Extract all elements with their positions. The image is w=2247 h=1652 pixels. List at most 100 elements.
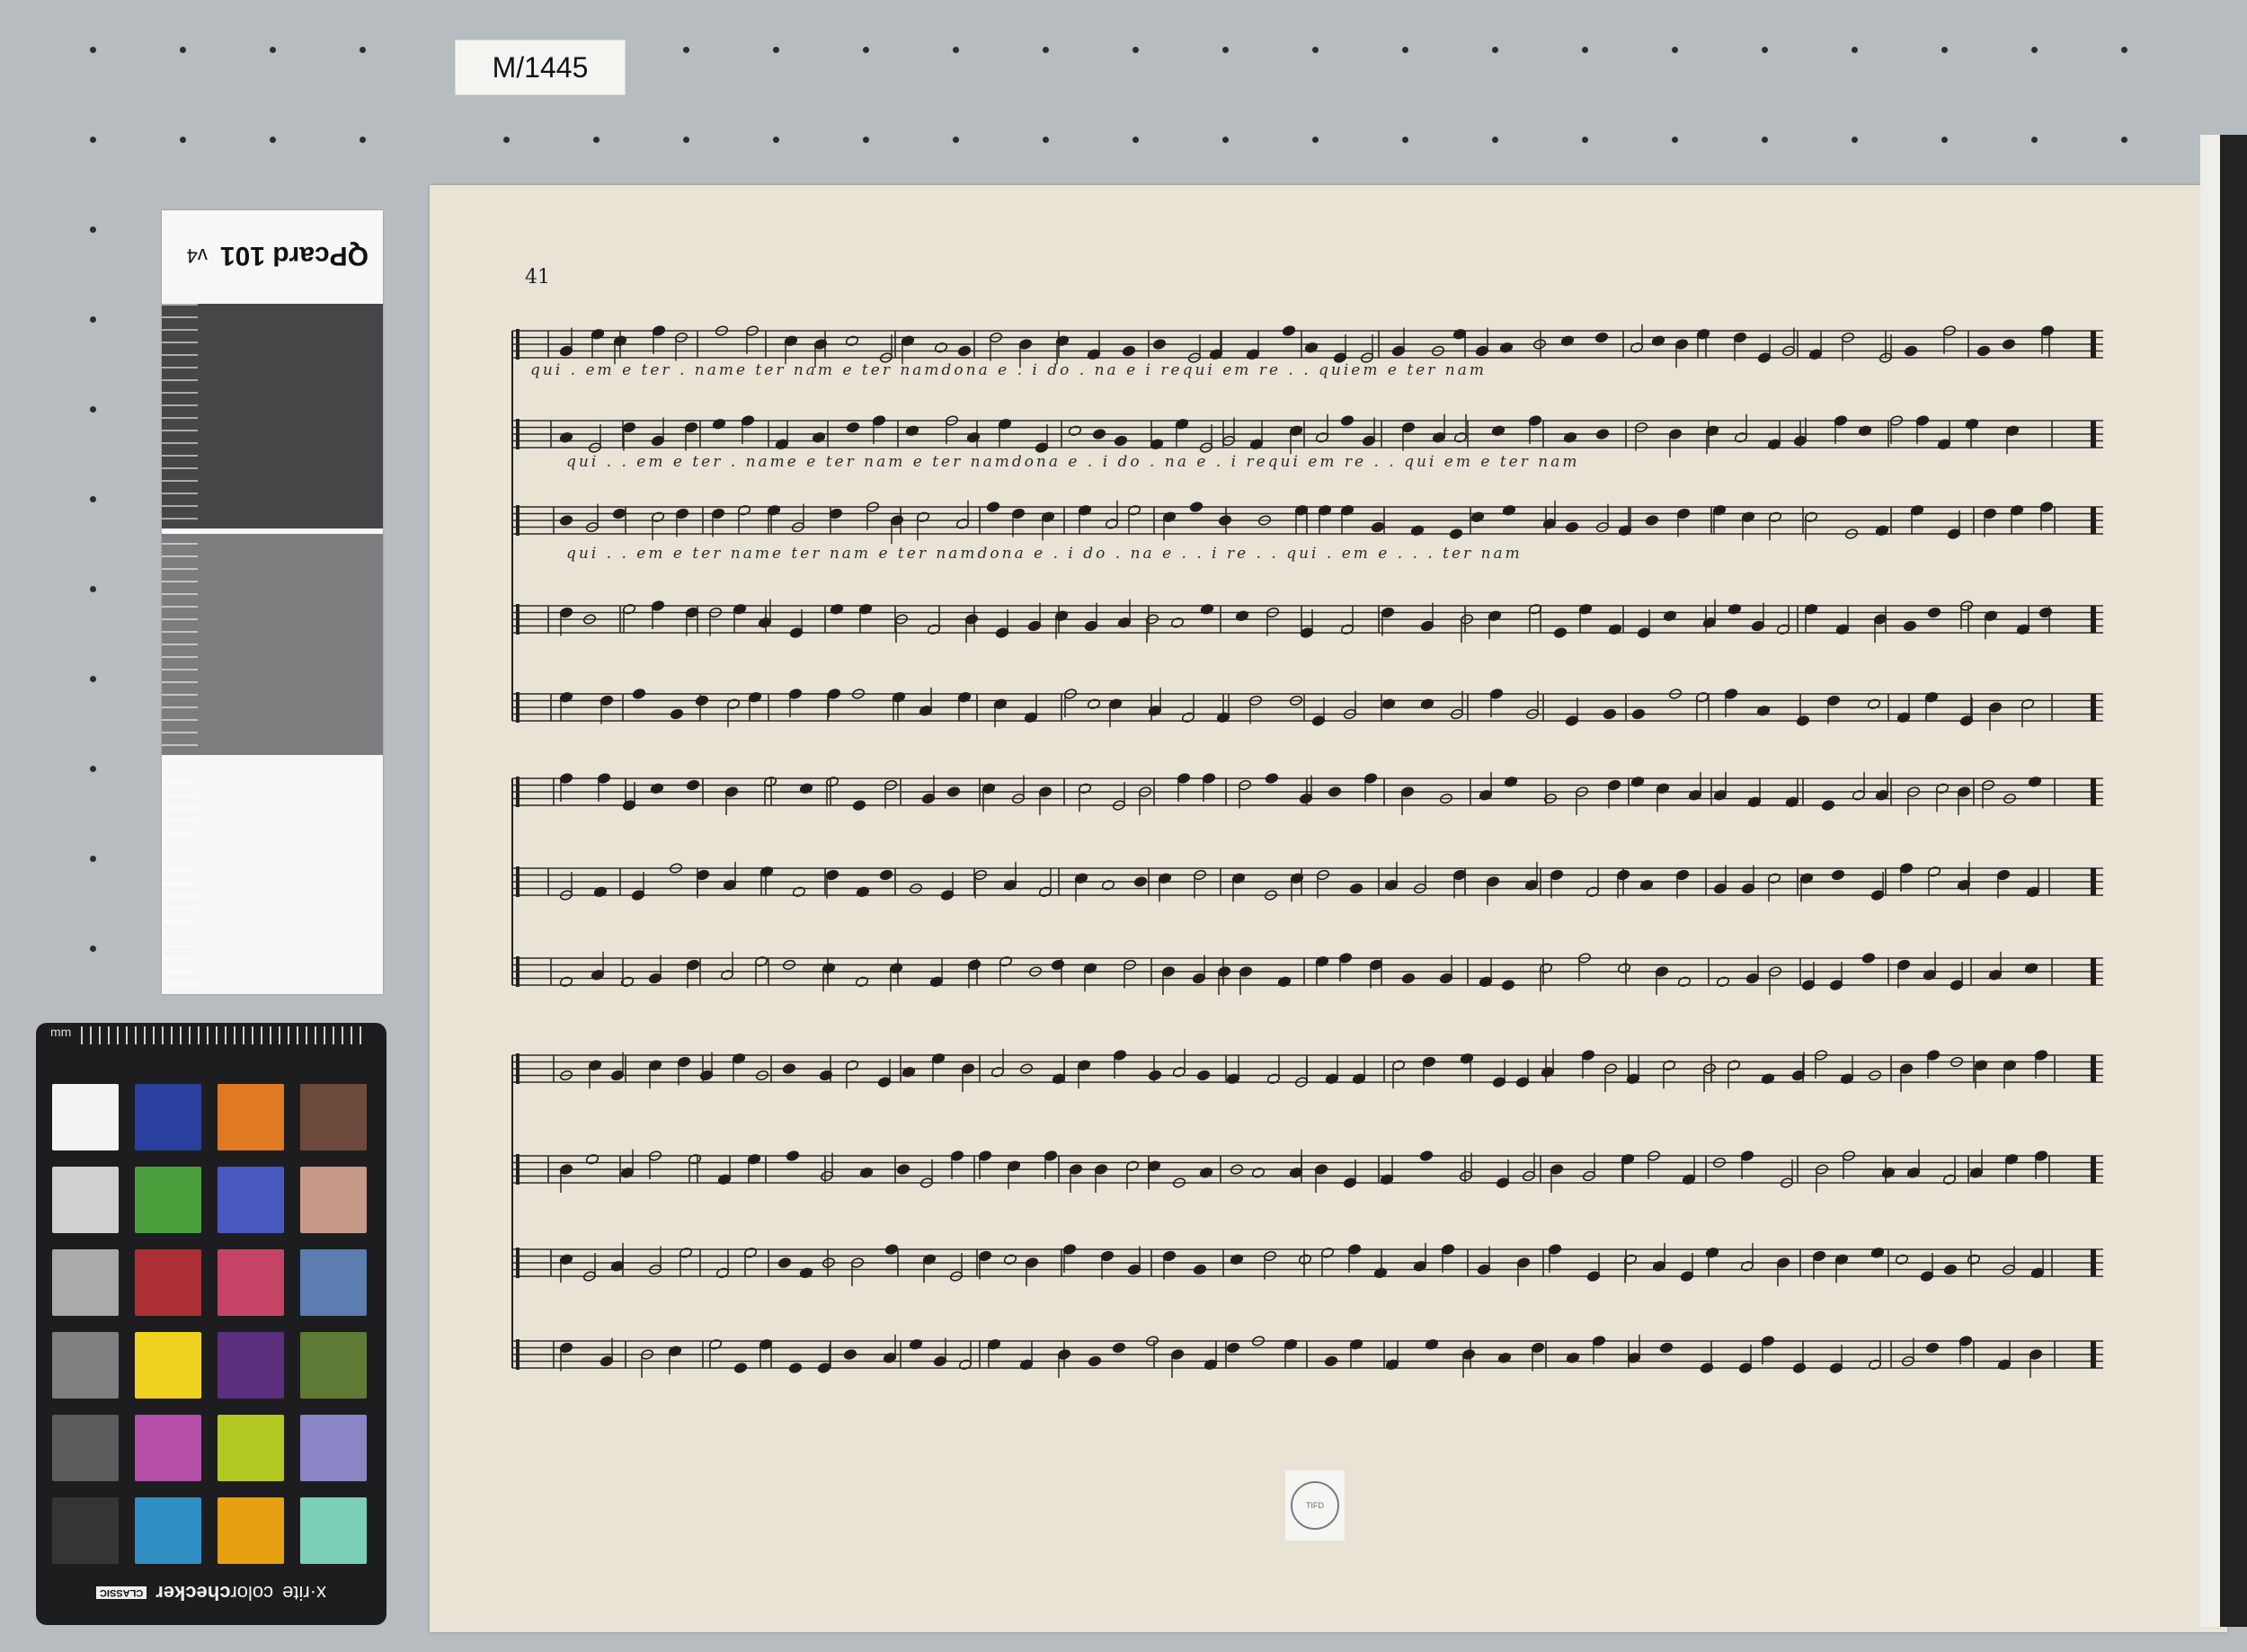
note-head <box>896 1164 910 1175</box>
clef-icon <box>516 866 520 897</box>
pegboard-hole <box>1043 47 1049 53</box>
note-head <box>812 432 826 443</box>
note-head <box>593 886 608 897</box>
pegboard-hole <box>90 47 96 53</box>
note-head <box>1631 708 1646 720</box>
pegboard-hole <box>1941 137 1948 143</box>
checker-unit-label: mm <box>50 1025 72 1039</box>
pegboard-hole <box>90 946 96 952</box>
pegboard-hole <box>1582 137 1588 143</box>
color-patch <box>135 1332 201 1399</box>
note-head <box>957 345 972 357</box>
final-barline <box>2091 606 2096 633</box>
note-head <box>1796 715 1810 726</box>
note-head <box>1133 876 1148 887</box>
note-head <box>1565 521 1579 533</box>
book-spine <box>2220 135 2247 1627</box>
pegboard-hole <box>683 47 689 53</box>
final-barline <box>2091 1156 2096 1183</box>
note-head <box>559 432 573 443</box>
pegboard-hole <box>1402 47 1408 53</box>
qpcard-ruler <box>162 304 198 987</box>
library-stamp: TIFD <box>1285 1470 1345 1541</box>
pegboard-hole <box>1672 137 1678 143</box>
final-barline <box>2091 331 2096 358</box>
note-head <box>1761 1073 1775 1084</box>
pegboard-hole <box>90 496 96 502</box>
pegboard-hole <box>1132 137 1139 143</box>
note-head <box>1497 1353 1512 1363</box>
pegboard-hole <box>863 47 869 53</box>
note-head <box>1861 953 1876 964</box>
xrite-logo-text: x·rite <box>282 1582 327 1604</box>
note-head <box>1193 1264 1207 1275</box>
note-head <box>1881 1168 1896 1178</box>
note-head <box>632 688 646 699</box>
color-patch <box>135 1167 201 1233</box>
note-head <box>986 502 1000 512</box>
color-patch <box>135 1249 201 1316</box>
color-patch <box>218 1332 284 1399</box>
color-patch-grid <box>52 1084 370 1564</box>
pegboard-hole <box>593 137 599 143</box>
note-head <box>712 419 726 430</box>
pegboard-hole <box>90 676 96 682</box>
note-head <box>1419 1150 1434 1161</box>
note-head <box>2038 607 2053 618</box>
note-head <box>1304 342 1319 353</box>
note-head <box>1594 332 1609 343</box>
pegboard-hole <box>90 766 96 772</box>
note-head <box>859 1168 874 1178</box>
note-head <box>1003 1254 1017 1265</box>
pegboard-hole <box>360 137 366 143</box>
note-head <box>2002 339 2016 350</box>
note-head <box>559 515 573 526</box>
note-head <box>901 1067 916 1078</box>
color-patch <box>218 1167 284 1233</box>
note-head <box>1189 502 1203 512</box>
edition-badge: CLASSIC <box>95 1586 147 1599</box>
note-head <box>733 1363 748 1373</box>
pegboard-hole <box>1222 47 1229 53</box>
note-head <box>2028 777 2042 787</box>
note-head <box>1504 777 1518 787</box>
clef-icon <box>516 692 520 723</box>
note-head <box>799 783 813 794</box>
note-head <box>946 786 961 797</box>
note-head <box>879 869 893 881</box>
note-head <box>1114 435 1128 447</box>
pegboard-hole <box>90 406 96 413</box>
clef-icon <box>516 1339 520 1370</box>
pegboard-hole <box>1402 137 1408 143</box>
note-head <box>1875 525 1889 536</box>
final-barline <box>2091 958 2096 985</box>
color-patch <box>300 1497 367 1564</box>
color-patch <box>135 1497 201 1564</box>
note-head <box>686 779 700 791</box>
note-head <box>1449 528 1463 539</box>
final-barline <box>2091 694 2096 721</box>
note-head <box>1199 1168 1213 1178</box>
note-head <box>1371 521 1385 533</box>
note-head <box>1381 698 1396 709</box>
note-head <box>846 422 860 433</box>
note-head <box>1756 706 1771 716</box>
lyric-line-3: qui . . em e ter name ter nam e ter namd… <box>566 545 1523 563</box>
color-patch <box>218 1415 284 1481</box>
note-head <box>1298 1254 1312 1265</box>
color-patch <box>52 1332 119 1399</box>
qpcard-gray-scale-card: QPcard 101 v4 <box>162 210 383 994</box>
note-head <box>1895 1254 1909 1265</box>
note-head <box>612 508 626 520</box>
note-head <box>782 1063 796 1074</box>
pegboard-hole <box>953 137 959 143</box>
pegboard-hole <box>1852 137 1858 143</box>
note-head <box>1677 976 1692 987</box>
color-patch <box>52 1167 119 1233</box>
note-head <box>909 1339 923 1350</box>
color-patch <box>52 1084 119 1150</box>
note-head <box>1502 505 1516 516</box>
pegboard-hole <box>863 137 869 143</box>
note-head <box>1401 973 1416 984</box>
note-head <box>1608 624 1622 635</box>
